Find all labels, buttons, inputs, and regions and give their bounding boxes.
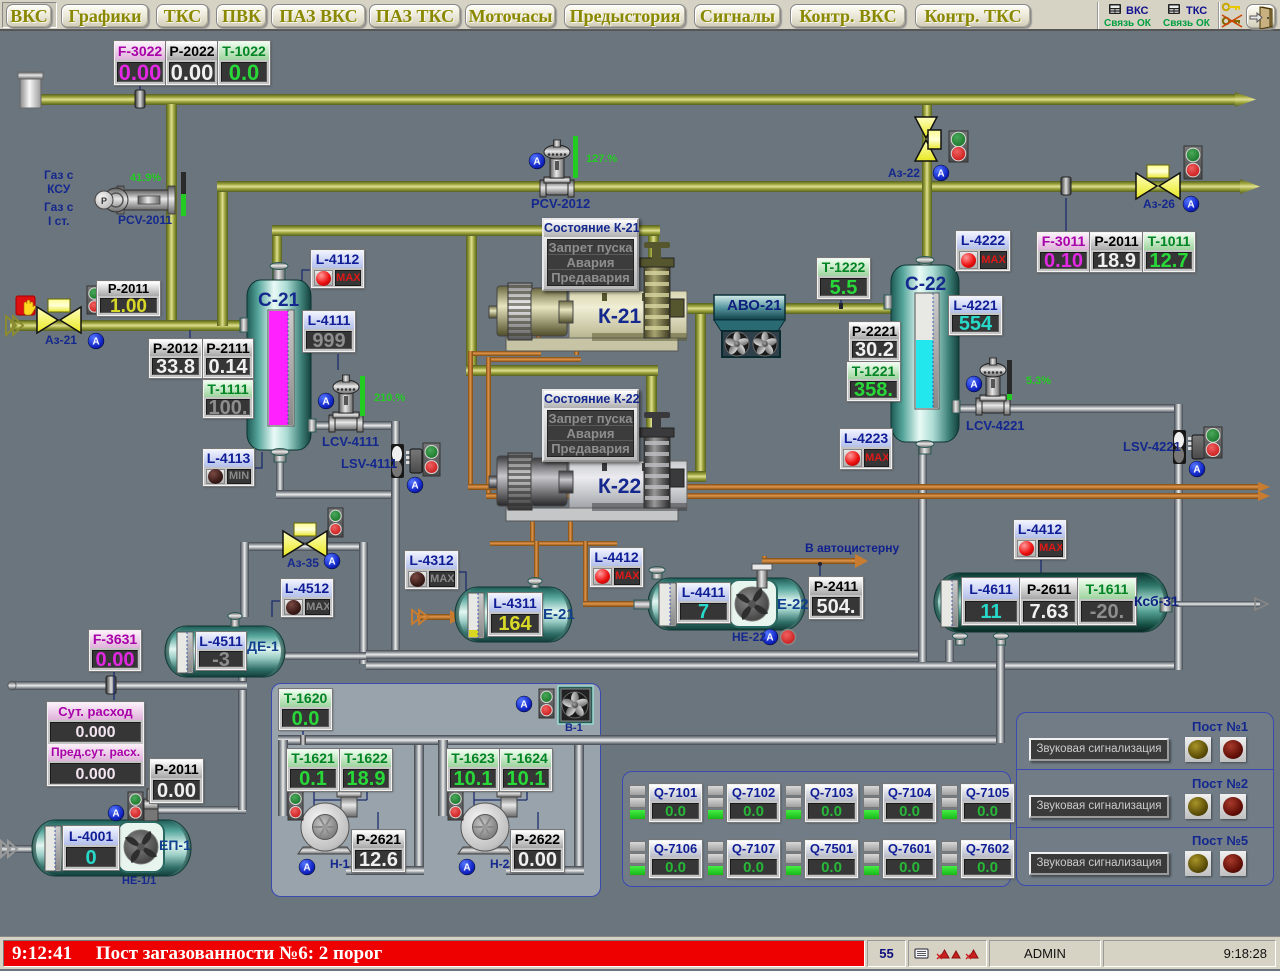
svg-text:P: P <box>101 196 107 206</box>
svg-text:A: A <box>970 380 977 391</box>
svg-text:A: A <box>520 700 527 711</box>
svg-text:A: A <box>937 169 944 180</box>
svg-text:A: A <box>92 337 99 348</box>
svg-text:A: A <box>303 863 310 874</box>
svg-text:A: A <box>1193 465 1200 476</box>
svg-text:A: A <box>463 863 470 874</box>
svg-text:A: A <box>112 809 119 820</box>
svg-text:A: A <box>766 633 773 644</box>
svg-text:A: A <box>1187 200 1194 211</box>
svg-text:A: A <box>533 157 540 168</box>
svg-text:A: A <box>328 557 335 568</box>
svg-text:A: A <box>411 481 418 492</box>
svg-text:A: A <box>322 397 329 408</box>
